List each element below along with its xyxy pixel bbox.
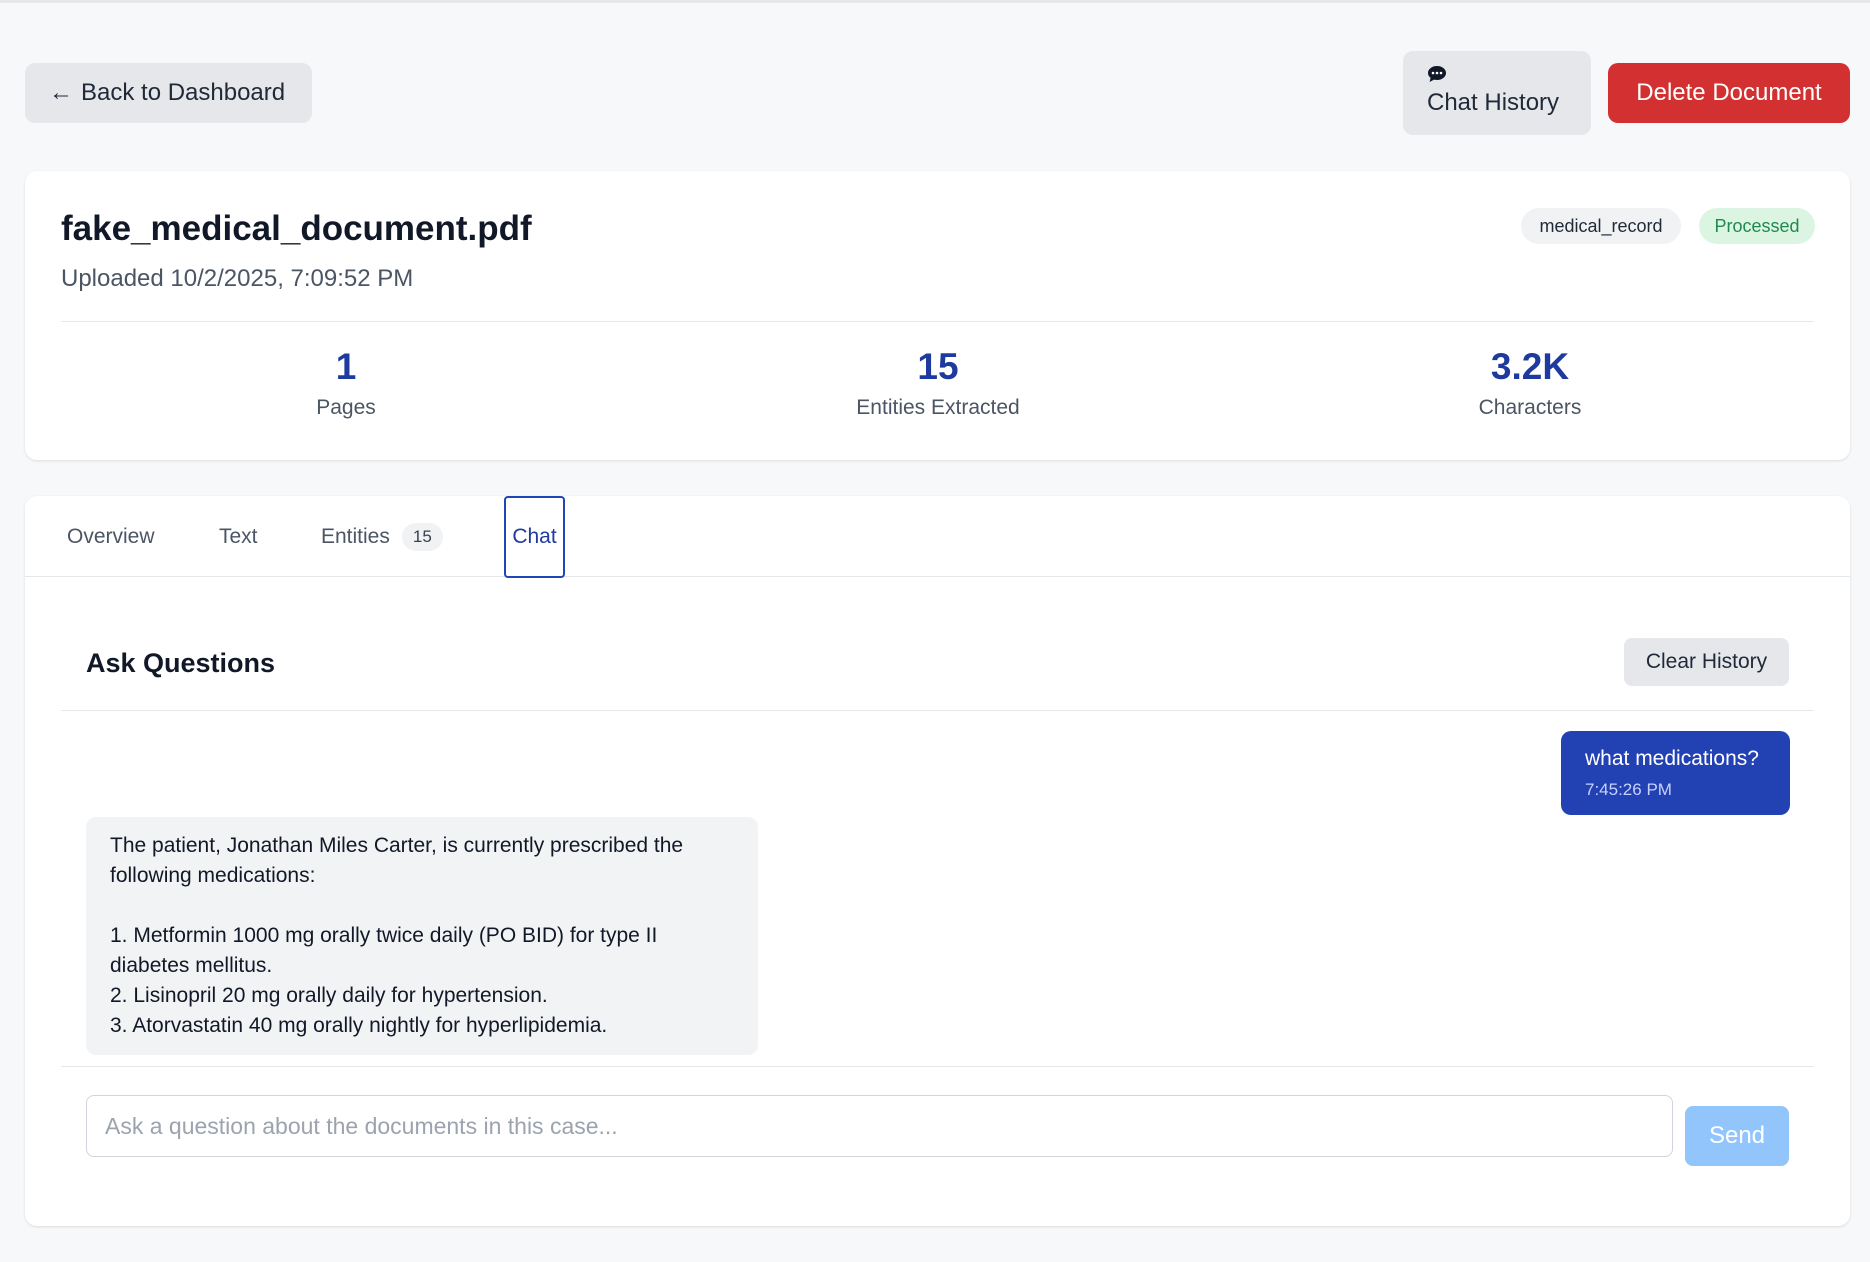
- document-title: fake_medical_document.pdf: [61, 209, 532, 248]
- tab-entities[interactable]: Entities 15: [321, 496, 443, 577]
- tab-overview[interactable]: Overview: [67, 496, 155, 577]
- stat-characters: 3.2K Characters: [1330, 346, 1730, 420]
- stat-label: Entities Extracted: [856, 396, 1020, 419]
- tab-label: Entities: [321, 524, 390, 548]
- message-timestamp: 7:45:26 PM: [1585, 780, 1672, 799]
- message-text: what medications?: [1585, 747, 1759, 770]
- arrow-left-icon: ←: [49, 79, 73, 106]
- tab-chat[interactable]: Chat: [504, 496, 565, 578]
- chat-section-title: Ask Questions: [86, 648, 276, 678]
- user-message: what medications? 7:45:26 PM: [1561, 731, 1790, 815]
- tab-label: Text: [219, 524, 258, 548]
- divider: [61, 1066, 1814, 1067]
- chat-history-button[interactable]: Chat History: [1403, 51, 1591, 135]
- status-badge: Processed: [1699, 208, 1815, 244]
- medication-item: 3. Atorvastatin 40 mg orally nightly for…: [110, 1014, 608, 1037]
- stat-value: 1: [335, 346, 357, 387]
- stat-value: 15: [917, 346, 959, 387]
- stat-pages: 1 Pages: [146, 346, 546, 420]
- tab-text[interactable]: Text: [219, 496, 258, 577]
- chat-messages[interactable]: what medications? 7:45:26 PM The patient…: [61, 711, 1814, 1066]
- chat-bubble-icon: [1427, 65, 1447, 83]
- divider: [61, 321, 1814, 322]
- medication-item: 2. Lisinopril 20 mg orally daily for hyp…: [110, 984, 548, 1007]
- chat-history-label: Chat History: [1427, 89, 1560, 116]
- stat-label: Characters: [1478, 396, 1582, 419]
- tab-label: Overview: [67, 524, 155, 548]
- delete-document-button[interactable]: Delete Document: [1608, 63, 1850, 123]
- medication-item: 1. Metformin 1000 mg orally twice daily …: [110, 924, 658, 977]
- message-intro: The patient, Jonathan Miles Carter, is c…: [110, 834, 684, 887]
- tab-label: Chat: [512, 525, 557, 548]
- document-summary-card: fake_medical_document.pdf Uploaded 10/2/…: [25, 171, 1850, 460]
- upload-timestamp: Uploaded 10/2/2025, 7:09:52 PM: [61, 265, 414, 292]
- stat-label: Pages: [316, 396, 376, 419]
- top-border: [0, 0, 1870, 3]
- tab-bar: Overview Text Entities 15 Chat: [25, 496, 1850, 578]
- document-type-badge: medical_record: [1521, 208, 1681, 244]
- document-tabs-card: Overview Text Entities 15 Chat Ask Quest…: [25, 496, 1850, 1226]
- stat-value: 3.2K: [1490, 346, 1570, 387]
- entities-count-badge: 15: [401, 522, 443, 551]
- question-input[interactable]: [86, 1095, 1673, 1157]
- back-label: Back to Dashboard: [81, 79, 286, 106]
- send-button[interactable]: Send: [1685, 1106, 1789, 1166]
- clear-history-button[interactable]: Clear History: [1624, 638, 1789, 686]
- stat-entities: 15 Entities Extracted: [738, 346, 1138, 420]
- assistant-message: The patient, Jonathan Miles Carter, is c…: [86, 817, 758, 1055]
- back-to-dashboard-button[interactable]: ← Back to Dashboard: [25, 63, 312, 123]
